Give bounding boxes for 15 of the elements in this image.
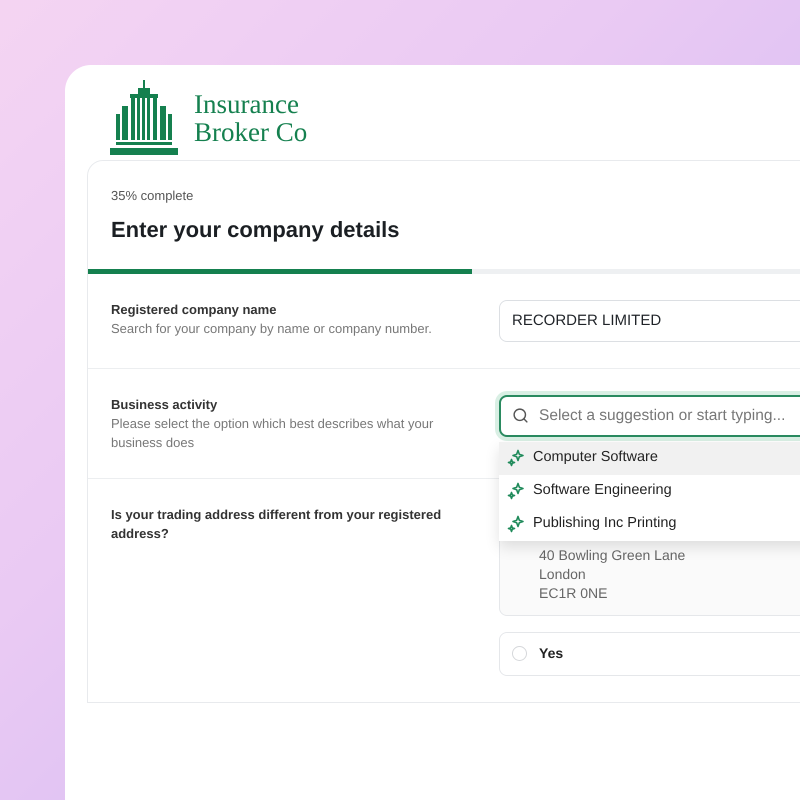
address-line: EC1R 0NE bbox=[539, 584, 608, 602]
field-label: Is your trading address different from your registered address? bbox=[111, 506, 442, 542]
suggestion-label: Software Engineering bbox=[533, 481, 672, 500]
form-title: Enter your company details bbox=[111, 216, 401, 244]
suggestion-label: Publishing Inc Printing bbox=[533, 514, 676, 534]
field-label: Registered company name bbox=[111, 300, 278, 318]
progress-label: 35% complete bbox=[111, 187, 194, 205]
field-label: Business activity bbox=[111, 396, 218, 414]
address-line: London bbox=[539, 564, 587, 584]
address-line: 40 Bowling Green Lane bbox=[539, 546, 686, 564]
suggestion-label: Computer Software bbox=[533, 448, 658, 468]
logo-text: Insurance Broker Co bbox=[194, 90, 308, 146]
field-hint: Search for your company by name or company number. bbox=[111, 320, 433, 338]
radio-label: Yes bbox=[539, 644, 564, 663]
field-hint: Please select the option which best describes what your business does bbox=[111, 414, 434, 452]
